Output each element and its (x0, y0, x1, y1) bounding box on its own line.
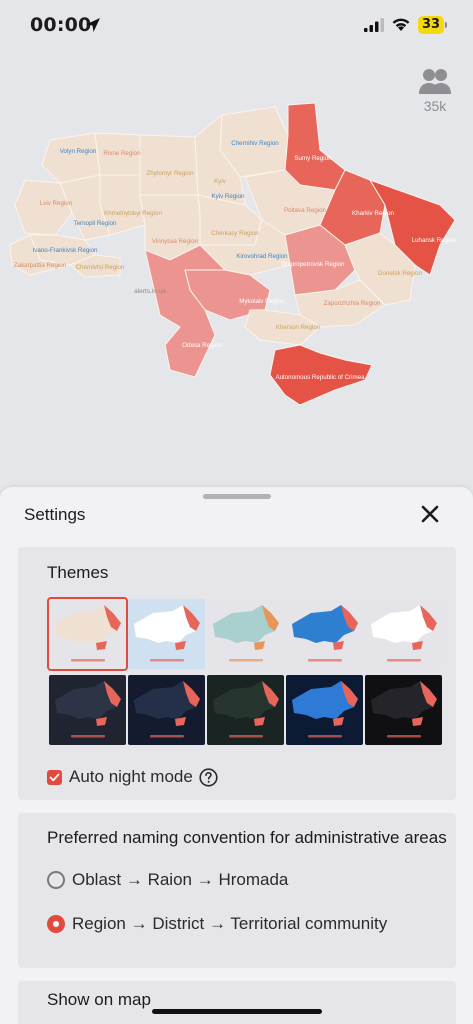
naming-option-label: Oblast → Raion → Hromada (72, 870, 289, 889)
auto-night-mode-checkbox[interactable] (47, 769, 62, 785)
theme-thumbnail-teal[interactable] (207, 599, 284, 669)
map-watermark: alerts.in.ua (134, 288, 166, 295)
region-label: Kirovohrad Region (236, 253, 288, 260)
naming-radio-oblast[interactable] (47, 871, 65, 889)
naming-option-region[interactable]: Region → District → Territorial communit… (47, 914, 387, 934)
show-on-map-title: Show on map (47, 990, 151, 1009)
status-bar: 00:00 33 (0, 0, 473, 50)
region-label: Donetsk Region (378, 270, 423, 277)
wifi-icon (392, 18, 410, 31)
battery-icon: 33 (418, 16, 448, 34)
alert-map[interactable]: Volyn Region Rivne Region Zhytomyr Region C… (0, 95, 473, 415)
auto-night-mode-row[interactable]: Auto night mode (47, 767, 218, 787)
region-label: Mykolaiv Region (239, 298, 285, 305)
close-icon[interactable] (418, 502, 442, 526)
naming-option-oblast[interactable]: Oblast → Raion → Hromada (47, 870, 288, 890)
region-label: Odesa Region (182, 342, 222, 349)
region-label: Autonomous Republic of Crimea (275, 374, 365, 381)
region-label: Khmelnytskyi Region (104, 210, 162, 217)
region-label: Kyiv Region (211, 193, 245, 200)
region-label: Dnipropetrovsk Region (282, 261, 345, 268)
show-on-map-card: Show on map (18, 981, 456, 1024)
region-label: Lviv Region (40, 200, 73, 207)
location-arrow-icon (86, 18, 100, 32)
region-label: Volyn Region (60, 148, 97, 155)
region-label: Kharkiv Region (352, 210, 395, 217)
theme-thumbnail-dark-green[interactable] (207, 675, 284, 745)
region-label: Chernihiv Region (231, 140, 279, 147)
settings-sheet: Settings Themes Auto night mode Preferre… (0, 487, 473, 1024)
theme-thumbnail-black[interactable] (365, 675, 442, 745)
theme-thumbnail-dark-blue[interactable] (286, 675, 363, 745)
region-sumy-region[interactable] (284, 102, 346, 191)
battery-level: 33 (418, 16, 444, 34)
ukraine-map[interactable]: Volyn Region Rivne Region Zhytomyr Region C… (0, 95, 473, 415)
users-icon (419, 69, 451, 94)
settings-title: Settings (24, 505, 86, 524)
region-label: Vinnytsia Region (152, 238, 199, 245)
region-label: Ivano-Frankivsk Region (33, 247, 99, 254)
naming-radio-region[interactable] (47, 915, 65, 933)
home-indicator (152, 1009, 322, 1014)
region-label: Kherson Region (276, 324, 321, 331)
naming-option-label: Region → District → Territorial communit… (72, 914, 388, 933)
themes-title: Themes (47, 563, 109, 582)
region-label: Ternopil Region (74, 220, 118, 227)
region-label: Cherkasy Region (211, 230, 259, 237)
theme-thumbnail-dark-navy[interactable] (128, 675, 205, 745)
region-label: Sumy Region (294, 155, 332, 162)
theme-thumbnail-light[interactable] (47, 597, 128, 671)
region-label: Poltava Region (284, 207, 327, 214)
cellular-signal-icon (364, 18, 384, 32)
region-label: Kyiv (214, 178, 227, 185)
region-zhytomyr-region[interactable] (139, 134, 199, 196)
theme-thumbnail-white[interactable] (365, 599, 442, 669)
themes-card: Themes Auto night mode (18, 547, 456, 800)
status-time: 00:00 (30, 14, 92, 36)
help-icon[interactable] (199, 767, 218, 787)
region-label: Rivne Region (103, 150, 141, 157)
region-label: Zhytomyr Region (146, 170, 194, 177)
theme-thumbnail-light-blue[interactable] (128, 599, 205, 669)
sheet-grabber[interactable] (203, 494, 271, 499)
auto-night-mode-label: Auto night mode (69, 767, 193, 786)
naming-title: Preferred naming convention for administ… (47, 828, 447, 847)
region-volyn-region[interactable] (41, 132, 101, 184)
region-label: Zaporizhzhia Region (324, 300, 381, 307)
region-label: Zakarpattia Region (14, 262, 67, 269)
theme-thumbnail-dark[interactable] (49, 675, 126, 745)
region-cherkasy-region[interactable] (197, 194, 263, 246)
theme-thumbnail-blue[interactable] (286, 599, 363, 669)
region-label: Chernivtsi Region (76, 264, 125, 271)
region-label: Luhansk Region (412, 237, 457, 244)
naming-card: Preferred naming convention for administ… (18, 813, 456, 968)
